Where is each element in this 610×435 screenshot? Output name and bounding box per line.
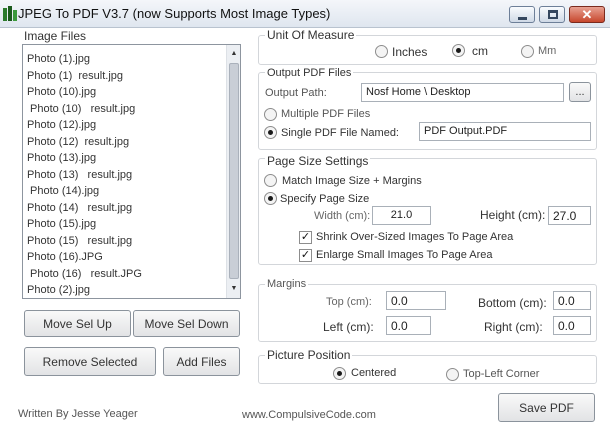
- list-item[interactable]: Photo (2).jpg: [27, 284, 90, 296]
- website-link[interactable]: www.CompulsiveCode.com: [242, 409, 376, 421]
- top-left-corner-radio[interactable]: [446, 368, 459, 381]
- enlarge-label[interactable]: Enlarge Small Images To Page Area: [316, 249, 493, 261]
- title-bar: JPEG To PDF V3.7 (now Supports Most Imag…: [0, 0, 610, 28]
- list-item[interactable]: Photo (13) result.jpg: [27, 169, 132, 181]
- picture-position-label: Picture Position: [265, 348, 353, 362]
- multiple-pdf-label[interactable]: Multiple PDF Files: [281, 108, 370, 120]
- scroll-down-icon[interactable]: ▼: [227, 282, 241, 295]
- right-margin-field[interactable]: 0.0: [553, 316, 591, 335]
- single-pdf-radio[interactable]: [264, 126, 277, 139]
- move-sel-down-button[interactable]: Move Sel Down: [133, 310, 240, 337]
- save-pdf-button[interactable]: Save PDF: [498, 393, 595, 422]
- shrink-checkbox[interactable]: ✓: [299, 231, 312, 244]
- multiple-pdf-radio[interactable]: [264, 108, 277, 121]
- list-item[interactable]: Photo (14) result.jpg: [27, 202, 132, 214]
- image-files-list[interactable]: Photo (1).jpg Photo (1) result.jpg Photo (…: [22, 44, 241, 299]
- list-item[interactable]: Photo (13).jpg: [27, 152, 96, 164]
- list-item[interactable]: Photo (12).jpg: [27, 119, 96, 131]
- list-item[interactable]: Photo (10) result.jpg: [27, 103, 135, 115]
- move-sel-up-button[interactable]: Move Sel Up: [24, 310, 131, 337]
- output-path-field[interactable]: Nosf Home \ Desktop: [361, 83, 564, 102]
- single-pdf-name-field[interactable]: PDF Output.PDF: [419, 122, 591, 141]
- minimize-button[interactable]: [509, 6, 535, 23]
- list-item[interactable]: Photo (1).jpg: [27, 53, 90, 65]
- add-files-button[interactable]: Add Files: [163, 347, 240, 376]
- left-margin-label: Left (cm):: [323, 320, 374, 334]
- maximize-icon: [548, 10, 558, 19]
- margins-label: Margins: [265, 278, 309, 290]
- minimize-icon: [518, 17, 527, 20]
- list-item[interactable]: Photo (16).JPG: [27, 251, 103, 263]
- list-item[interactable]: Photo (15).jpg: [27, 218, 96, 230]
- list-scrollbar[interactable]: ▲ ▼: [226, 45, 240, 298]
- list-item[interactable]: Photo (14).jpg: [27, 185, 99, 197]
- image-files-label: Image Files: [24, 29, 87, 43]
- window-title: JPEG To PDF V3.7 (now Supports Most Imag…: [18, 6, 331, 21]
- width-label: Width (cm):: [314, 210, 371, 222]
- left-margin-field[interactable]: 0.0: [386, 316, 431, 335]
- maximize-button[interactable]: [539, 6, 565, 23]
- height-field[interactable]: 27.0: [548, 206, 591, 225]
- close-icon: ✕: [581, 7, 593, 22]
- single-pdf-label[interactable]: Single PDF File Named:: [281, 127, 399, 139]
- width-field[interactable]: 21.0: [372, 206, 431, 225]
- shrink-label[interactable]: Shrink Over-Sized Images To Page Area: [316, 231, 513, 243]
- author-credit: Written By Jesse Yeager: [18, 408, 138, 420]
- height-label: Height (cm):: [480, 208, 546, 222]
- specify-page-size-radio[interactable]: [264, 192, 277, 205]
- list-item[interactable]: Photo (1) result.jpg: [27, 70, 123, 82]
- unit-cm-radio[interactable]: [452, 44, 465, 57]
- unit-of-measure-label: Unit Of Measure: [265, 28, 357, 42]
- output-pdf-label: Output PDF Files: [265, 67, 354, 79]
- remove-selected-button[interactable]: Remove Selected: [24, 347, 156, 376]
- output-path-label: Output Path:: [265, 87, 327, 99]
- scroll-thumb[interactable]: [229, 63, 239, 279]
- bottom-margin-field[interactable]: 0.0: [553, 291, 591, 310]
- unit-mm-label[interactable]: Mm: [538, 45, 556, 57]
- browse-button[interactable]: ...: [569, 82, 591, 102]
- centered-radio[interactable]: [333, 367, 346, 380]
- list-item[interactable]: Photo (12) result.jpg: [27, 136, 129, 148]
- specify-page-size-label[interactable]: Specify Page Size: [280, 193, 369, 205]
- centered-label[interactable]: Centered: [351, 367, 396, 379]
- list-item[interactable]: Photo (16) result.JPG: [27, 268, 142, 280]
- close-button[interactable]: ✕: [569, 6, 605, 23]
- page-size-label: Page Size Settings: [265, 154, 371, 168]
- top-left-corner-label[interactable]: Top-Left Corner: [463, 368, 539, 380]
- unit-cm-label[interactable]: cm: [472, 44, 488, 58]
- unit-inches-radio[interactable]: [375, 45, 388, 58]
- bottom-margin-label: Bottom (cm):: [478, 296, 547, 310]
- enlarge-checkbox[interactable]: ✓: [299, 249, 312, 262]
- unit-mm-radio[interactable]: [521, 45, 534, 58]
- list-item[interactable]: Photo (15) result.jpg: [27, 235, 132, 247]
- match-image-size-label[interactable]: Match Image Size + Margins: [282, 175, 422, 187]
- scroll-up-icon[interactable]: ▲: [227, 47, 241, 60]
- app-logo-icon: [3, 6, 17, 22]
- right-margin-label: Right (cm):: [484, 320, 543, 334]
- top-margin-label: Top (cm):: [326, 296, 372, 308]
- match-image-size-radio[interactable]: [264, 174, 277, 187]
- list-item[interactable]: Photo (10).jpg: [27, 86, 96, 98]
- top-margin-field[interactable]: 0.0: [386, 291, 446, 310]
- unit-inches-label[interactable]: Inches: [392, 45, 427, 59]
